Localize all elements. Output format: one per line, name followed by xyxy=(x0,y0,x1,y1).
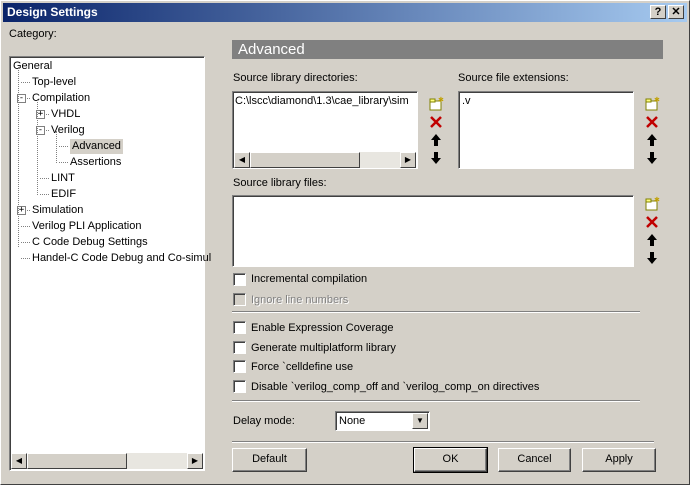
delete-x-icon[interactable] xyxy=(644,114,660,130)
tree-guide-line xyxy=(37,99,38,195)
tree-item-c-code-debug-settings[interactable]: C Code Debug Settings xyxy=(32,235,148,250)
tree-connector xyxy=(21,82,30,83)
default-button[interactable]: Default xyxy=(232,448,307,472)
svg-text:✱: ✱ xyxy=(438,96,444,104)
tree-item-simulation[interactable]: Simulation xyxy=(32,203,83,218)
tree-hscrollbar[interactable]: ◀ ▶ xyxy=(11,453,203,469)
delay-mode-value: None xyxy=(339,415,366,427)
tree-item-assertions[interactable]: Assertions xyxy=(70,155,121,170)
close-button[interactable]: ✕ xyxy=(668,5,684,19)
ignore-line-label: Ignore line numbers xyxy=(251,294,349,306)
arrow-up-icon[interactable] xyxy=(644,232,660,248)
scroll-right-arrow-icon[interactable]: ▶ xyxy=(187,453,203,469)
expr-coverage-label: Enable Expression Coverage xyxy=(251,322,394,334)
arrow-down-icon[interactable] xyxy=(644,250,660,266)
separator xyxy=(232,441,654,443)
tree-connector xyxy=(59,162,68,163)
title-bar: Design Settings ? ✕ xyxy=(3,3,687,22)
arrow-up-icon[interactable] xyxy=(428,132,444,148)
scroll-left-arrow-icon[interactable]: ◀ xyxy=(11,453,27,469)
tree-item-compilation[interactable]: Compilation xyxy=(32,91,90,106)
tree-connector xyxy=(21,242,30,243)
delay-mode-select[interactable]: None ▼ xyxy=(335,411,430,431)
delay-mode-label: Delay mode: xyxy=(233,415,295,427)
cancel-button[interactable]: Cancel xyxy=(498,448,571,472)
incremental-checkbox[interactable] xyxy=(233,273,246,286)
svg-text:✱: ✱ xyxy=(654,196,660,204)
dirs-hscrollbar[interactable]: ◀ ▶ xyxy=(234,152,416,168)
ok-button[interactable]: OK xyxy=(413,447,488,473)
celldefine-checkbox[interactable] xyxy=(233,360,246,373)
source-dirs-label: Source library directories: xyxy=(233,72,358,84)
design-settings-window: Design Settings ? ✕ Category: General Top… xyxy=(0,0,690,485)
panel-heading: Advanced xyxy=(232,40,663,59)
incremental-label: Incremental compilation xyxy=(251,273,368,285)
tree-item-lint[interactable]: LINT xyxy=(51,171,75,186)
delete-x-icon[interactable] xyxy=(644,214,660,230)
celldefine-label: Force `celldefine use xyxy=(251,361,354,373)
separator xyxy=(232,311,640,313)
source-files-label: Source library files: xyxy=(233,177,327,189)
tree-item-vhdl[interactable]: VHDL xyxy=(51,107,80,122)
svg-text:✱: ✱ xyxy=(654,96,660,104)
arrow-down-icon[interactable] xyxy=(428,150,444,166)
chevron-down-icon[interactable]: ▼ xyxy=(412,413,428,429)
tree-item-edif[interactable]: EDIF xyxy=(51,187,76,202)
window-title: Design Settings xyxy=(7,5,98,19)
source-ext-label: Source file extensions: xyxy=(458,72,569,84)
tree-connector xyxy=(59,146,68,147)
tree-connector xyxy=(21,258,30,259)
new-folder-icon[interactable]: ✱ xyxy=(644,196,660,212)
tree-connector xyxy=(21,226,30,227)
tree-connector xyxy=(40,178,49,179)
arrow-down-icon[interactable] xyxy=(644,150,660,166)
tree-connector xyxy=(40,194,49,195)
source-ext-list[interactable]: .v xyxy=(458,91,634,169)
tree-item-verilog-pli-application[interactable]: Verilog PLI Application xyxy=(32,219,141,234)
arrow-up-icon[interactable] xyxy=(644,132,660,148)
tree-guide-line xyxy=(18,67,19,247)
scroll-right-arrow-icon[interactable]: ▶ xyxy=(400,152,416,168)
new-folder-icon[interactable]: ✱ xyxy=(428,96,444,112)
tree-item-handel-c-code-debug-and-co-simul[interactable]: Handel-C Code Debug and Co-simul xyxy=(32,251,211,266)
category-label: Category: xyxy=(9,28,57,40)
tree-guide-line xyxy=(56,131,57,163)
expr-coverage-checkbox[interactable] xyxy=(233,321,246,334)
disable-comp-label: Disable `verilog_comp_off and `verilog_c… xyxy=(251,381,540,393)
ignore-line-checkbox xyxy=(233,293,246,306)
scroll-left-arrow-icon[interactable]: ◀ xyxy=(234,152,250,168)
multiplatform-label: Generate multiplatform library xyxy=(251,342,396,354)
separator xyxy=(232,400,640,402)
tree-item-top-level[interactable]: Top-level xyxy=(32,75,76,90)
source-ext-item[interactable]: .v xyxy=(462,95,471,107)
apply-button[interactable]: Apply xyxy=(582,448,656,472)
multiplatform-checkbox[interactable] xyxy=(233,341,246,354)
tree-content: General Top-level - Compilation + VHDL - Verilo… xyxy=(10,57,211,470)
help-button[interactable]: ? xyxy=(650,5,666,19)
delete-x-icon[interactable] xyxy=(428,114,444,130)
source-dir-item[interactable]: C:\lscc\diamond\1.3\cae_library\sim xyxy=(235,95,415,107)
scroll-thumb[interactable] xyxy=(27,453,127,469)
scroll-thumb[interactable] xyxy=(250,152,360,168)
disable-comp-checkbox[interactable] xyxy=(233,380,246,393)
new-folder-icon[interactable]: ✱ xyxy=(644,96,660,112)
tree-item-advanced[interactable]: Advanced xyxy=(70,139,123,154)
source-files-list[interactable] xyxy=(232,195,634,267)
source-dirs-list[interactable]: C:\lscc\diamond\1.3\cae_library\sim ◀ ▶ xyxy=(232,91,418,169)
